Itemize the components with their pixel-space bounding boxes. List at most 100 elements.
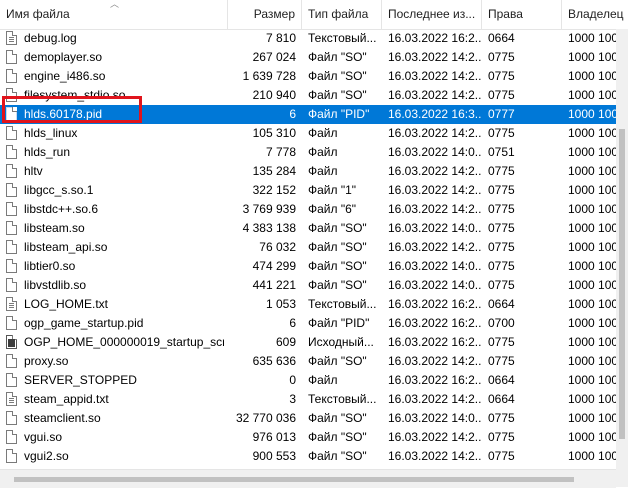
- file-name: OGP_HOME_000000019_startup_scr.sh: [24, 335, 224, 349]
- file-type: Файл: [308, 164, 338, 178]
- vertical-scrollbar-thumb[interactable]: [619, 129, 625, 439]
- file-size: 267 024: [252, 50, 296, 64]
- file-row[interactable]: proxy.so 635 636 Файл "SO" 16.03.2022 14:2.…: [0, 352, 616, 371]
- file-name: steamclient.so: [24, 411, 101, 425]
- file-owner: 1000 1000: [568, 354, 616, 368]
- file-modified: 16.03.2022 16:2...: [388, 316, 482, 330]
- file-size: 3 769 939: [242, 202, 296, 216]
- column-type[interactable]: Тип файла: [302, 0, 382, 29]
- file-icon: [6, 411, 17, 425]
- file-modified: 16.03.2022 14:2...: [388, 430, 482, 444]
- file-row[interactable]: OGP_HOME_000000019_startup_scr.sh 609 Исхо…: [0, 333, 616, 352]
- file-rights: 0775: [488, 449, 515, 463]
- file-owner: 1000 1000: [568, 373, 616, 387]
- column-rights[interactable]: Права: [482, 0, 562, 29]
- file-name: engine_i486.so: [24, 69, 106, 83]
- file-icon: [6, 278, 17, 292]
- file-rights: 0664: [488, 373, 515, 387]
- file-row[interactable]: libvstdlib.so 441 221 Файл "SO" 16.03.2022 …: [0, 276, 616, 295]
- file-row[interactable]: hlds_linux 105 310 Файл 16.03.2022 14:2... 0…: [0, 124, 616, 143]
- file-owner: 1000 1000: [568, 88, 616, 102]
- file-row[interactable]: engine_i486.so 1 639 728 Файл "SO" 16.03.20…: [0, 67, 616, 86]
- file-row[interactable]: demoplayer.so 267 024 Файл "SO" 16.03.2022 …: [0, 48, 616, 67]
- column-size[interactable]: Размер: [228, 0, 302, 29]
- file-rights: 0777: [488, 107, 515, 121]
- file-type: Файл: [308, 126, 338, 140]
- file-row[interactable]: libtier0.so 474 299 Файл "SO" 16.03.2022 14…: [0, 257, 616, 276]
- vertical-scrollbar[interactable]: [616, 29, 628, 469]
- file-name: hltv: [24, 164, 43, 178]
- file-modified: 16.03.2022 14:0...: [388, 259, 482, 273]
- file-type: Файл "SO": [308, 259, 367, 273]
- file-row[interactable]: SERVER_STOPPED 0 Файл 16.03.2022 16:2... 066…: [0, 371, 616, 390]
- file-size: 7 810: [265, 31, 296, 45]
- file-icon: [6, 183, 17, 197]
- file-rights: 0775: [488, 88, 515, 102]
- file-row[interactable]: LOG_HOME.txt 1 053 Текстовый... 16.03.2022 …: [0, 295, 616, 314]
- file-row[interactable]: libsteam.so 4 383 138 Файл "SO" 16.03.2022 …: [0, 219, 616, 238]
- file-row[interactable]: ogp_game_startup.pid 6 Файл "PID" 16.03.202…: [0, 314, 616, 333]
- sort-up-icon: ︿: [110, 0, 120, 9]
- file-icon: [6, 126, 17, 140]
- file-row[interactable]: steam_appid.txt 3 Текстовый... 16.03.2022 1…: [0, 390, 616, 409]
- file-type: Файл "1": [308, 183, 357, 197]
- file-type: Файл "PID": [308, 107, 370, 121]
- file-size: 7 778: [265, 145, 296, 159]
- file-name: libtier0.so: [24, 259, 76, 273]
- file-row[interactable]: hlds_run 7 778 Файл 16.03.2022 14:0... 0751 1…: [0, 143, 616, 162]
- file-size: 609: [275, 335, 296, 349]
- file-type: Файл "SO": [308, 449, 367, 463]
- file-owner: 1000 1000: [568, 392, 616, 406]
- text-file-icon: [6, 31, 17, 45]
- file-modified: 16.03.2022 14:2...: [388, 50, 482, 64]
- annotation-highlight-box: [2, 96, 142, 123]
- column-owner[interactable]: Владелец: [562, 0, 628, 29]
- file-type: Текстовый...: [308, 31, 377, 45]
- file-name: ogp_game_startup.pid: [24, 316, 144, 330]
- file-icon: [6, 50, 17, 64]
- file-row[interactable]: libsteam_api.so 76 032 Файл "SO" 16.03.2022…: [0, 238, 616, 257]
- file-owner: 1000 1000: [568, 183, 616, 197]
- file-owner: 1000 1000: [568, 259, 616, 273]
- file-name: steam_appid.txt: [24, 392, 109, 406]
- file-row[interactable]: hltv 135 284 Файл 16.03.2022 14:2... 0775 100…: [0, 162, 616, 181]
- file-owner: 1000 1000: [568, 69, 616, 83]
- file-size: 135 284: [252, 164, 296, 178]
- file-row[interactable]: libstdc++.so.6 3 769 939 Файл "6" 16.03.202…: [0, 200, 616, 219]
- horizontal-scrollbar-thumb[interactable]: [14, 477, 574, 482]
- file-modified: 16.03.2022 14:0...: [388, 278, 482, 292]
- file-size: 6: [289, 316, 296, 330]
- file-icon: [6, 164, 17, 178]
- file-size: 76 032: [259, 240, 296, 254]
- file-type: Текстовый...: [308, 392, 377, 406]
- file-row[interactable]: steamclient.so 32 770 036 Файл "SO" 16.03.2…: [0, 409, 616, 428]
- file-owner: 1000 1000: [568, 126, 616, 140]
- horizontal-scrollbar[interactable]: [0, 469, 616, 488]
- file-type: Файл: [308, 145, 338, 159]
- file-row[interactable]: vgui.so 976 013 Файл "SO" 16.03.2022 14:2..…: [0, 428, 616, 447]
- file-type: Файл "SO": [308, 430, 367, 444]
- text-file-icon: [6, 392, 17, 406]
- file-size: 6: [289, 107, 296, 121]
- file-row[interactable]: debug.log 7 810 Текстовый... 16.03.2022 16:…: [0, 29, 616, 48]
- file-owner: 1000 1000: [568, 31, 616, 45]
- file-owner: 1000 1000: [568, 221, 616, 235]
- file-icon: [6, 430, 17, 444]
- column-header: Имя файла Размер Тип файла Последнее из.…: [0, 0, 628, 30]
- file-rights: 0775: [488, 69, 515, 83]
- column-modified[interactable]: Последнее из...: [382, 0, 482, 29]
- file-icon: [6, 316, 17, 330]
- file-row[interactable]: libgcc_s.so.1 322 152 Файл "1" 16.03.2022 1…: [0, 181, 616, 200]
- file-name: libvstdlib.so: [24, 278, 87, 292]
- file-row[interactable]: vgui2.so 900 553 Файл "SO" 16.03.2022 14:2.…: [0, 447, 616, 466]
- file-name: demoplayer.so: [24, 50, 103, 64]
- script-file-icon: [6, 335, 17, 349]
- file-name: libstdc++.so.6: [24, 202, 99, 216]
- file-size: 441 221: [252, 278, 296, 292]
- file-modified: 16.03.2022 14:2...: [388, 183, 482, 197]
- file-owner: 1000 1000: [568, 430, 616, 444]
- file-type: Файл "SO": [308, 88, 367, 102]
- file-owner: 1000 1000: [568, 297, 616, 311]
- file-rights: 0775: [488, 221, 515, 235]
- file-modified: 16.03.2022 14:2...: [388, 202, 482, 216]
